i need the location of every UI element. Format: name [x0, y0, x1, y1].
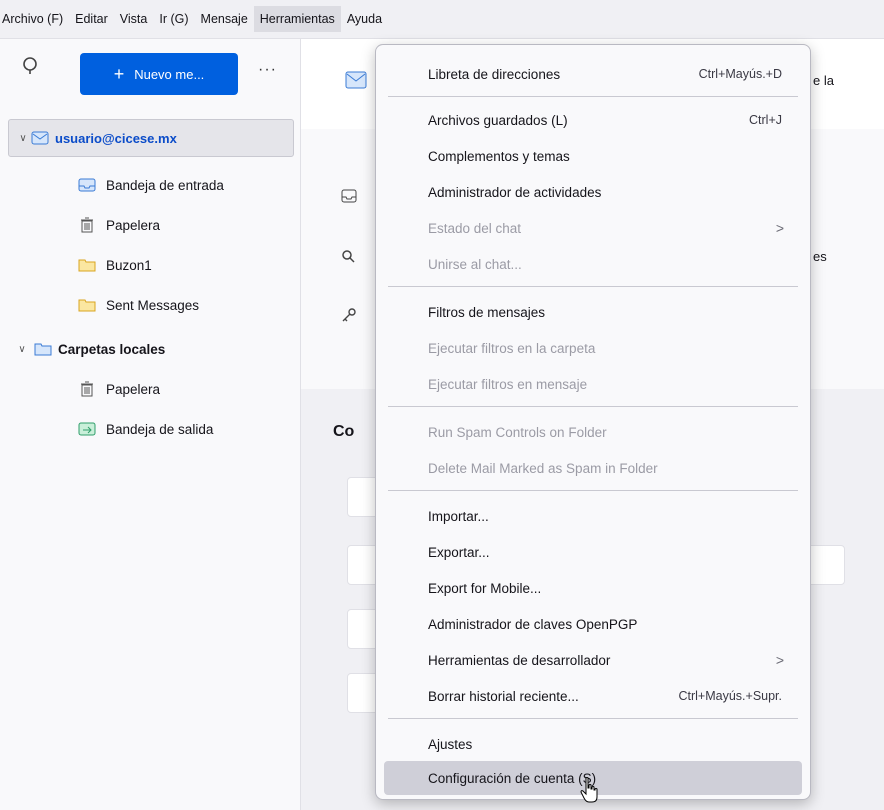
- local-folders-label: Carpetas locales: [58, 341, 166, 357]
- menuitem-label: Unirse al chat...: [428, 256, 522, 272]
- gear-icon[interactable]: [20, 55, 40, 75]
- chevron-down-icon[interactable]: ∨: [14, 344, 30, 355]
- menu-ir[interactable]: Ir (G): [153, 6, 194, 32]
- folder-pane: + Nuevo me... ··· ∨ usuario@cicese.mx Ba…: [0, 39, 301, 810]
- folder-pane-header: + Nuevo me... ···: [0, 39, 300, 111]
- chevron-right-icon: >: [775, 220, 784, 236]
- menuitem-label: Importar...: [428, 508, 489, 524]
- folder-label: Buzon1: [106, 257, 152, 273]
- menu-ayuda[interactable]: Ayuda: [341, 6, 388, 32]
- menuitem-label: Ajustes: [428, 736, 473, 752]
- menu-vista[interactable]: Vista: [114, 6, 154, 32]
- menuitem-complementos[interactable]: Complementos y temas: [384, 139, 802, 173]
- menu-separator: [388, 96, 798, 97]
- hand-cursor-icon: [580, 776, 598, 804]
- menuitem-shortcut: Ctrl+Mayús.+D: [698, 67, 782, 81]
- trash-icon: [78, 217, 96, 233]
- menuitem-shortcut: Ctrl+Mayús.+Supr.: [678, 689, 782, 703]
- folder-buzon1[interactable]: Buzon1: [78, 247, 152, 283]
- menuitem-label: Export for Mobile...: [428, 580, 542, 596]
- search-icon: [341, 249, 355, 266]
- menuitem-administrador-actividades[interactable]: Administrador de actividades: [384, 175, 802, 209]
- menuitem-borrar-historial[interactable]: Borrar historial reciente... Ctrl+Mayús.…: [384, 679, 802, 713]
- partial-header-text: e la: [813, 73, 834, 88]
- chevron-right-icon: >: [775, 652, 784, 668]
- menuitem-label: Run Spam Controls on Folder: [428, 424, 607, 440]
- local-folders-row[interactable]: ∨ Carpetas locales: [8, 331, 165, 367]
- menu-separator: [388, 406, 798, 407]
- herramientas-menu: Libreta de direcciones Ctrl+Mayús.+D Arc…: [375, 44, 811, 800]
- section-heading: Co: [333, 423, 355, 440]
- menuitem-herramientas-desarrollador[interactable]: Herramientas de desarrollador >: [384, 643, 802, 677]
- menuitem-label: Borrar historial reciente...: [428, 688, 579, 704]
- menu-editar[interactable]: Editar: [69, 6, 114, 32]
- menuitem-estado-chat[interactable]: Estado del chat >: [384, 211, 802, 245]
- menuitem-filtros[interactable]: Filtros de mensajes: [384, 295, 802, 329]
- trash-icon: [78, 381, 96, 397]
- menuitem-label: Filtros de mensajes: [428, 304, 546, 320]
- menu-mensaje[interactable]: Mensaje: [195, 6, 254, 32]
- menu-separator: [388, 490, 798, 491]
- email-icon: [345, 71, 367, 92]
- menuitem-label: Herramientas de desarrollador: [428, 652, 611, 668]
- inbox-icon: [341, 189, 357, 206]
- menuitem-label: Administrador de claves OpenPGP: [428, 616, 638, 632]
- menuitem-ejecutar-filtros-carpeta[interactable]: Ejecutar filtros en la carpeta: [384, 331, 802, 365]
- menuitem-ajustes[interactable]: Ajustes: [384, 727, 802, 761]
- menuitem-libreta[interactable]: Libreta de direcciones Ctrl+Mayús.+D: [384, 57, 802, 91]
- account-icon: [31, 130, 49, 146]
- menuitem-label: Configuración de cuenta (S): [428, 770, 597, 786]
- folder-label: Papelera: [106, 381, 161, 397]
- folder-inbox[interactable]: Bandeja de entrada: [78, 167, 224, 203]
- new-message-button[interactable]: + Nuevo me...: [80, 53, 238, 95]
- account-row[interactable]: ∨ usuario@cicese.mx: [8, 119, 294, 157]
- menu-separator: [388, 718, 798, 719]
- menuitem-openpgp[interactable]: Administrador de claves OpenPGP: [384, 607, 802, 641]
- menuitem-label: Complementos y temas: [428, 148, 570, 164]
- menuitem-label: Estado del chat: [428, 220, 522, 236]
- menuitem-label: Delete Mail Marked as Spam in Folder: [428, 460, 658, 476]
- plus-icon: +: [113, 64, 125, 84]
- account-label: usuario@cicese.mx: [55, 130, 177, 146]
- chevron-down-icon[interactable]: ∨: [15, 133, 31, 144]
- new-message-label: Nuevo me...: [134, 66, 205, 82]
- folder-label: Sent Messages: [106, 297, 200, 313]
- menuitem-unirse-chat[interactable]: Unirse al chat...: [384, 247, 802, 281]
- folder-label: Bandeja de entrada: [106, 177, 224, 193]
- menu-herramientas[interactable]: Herramientas: [253, 6, 341, 32]
- menuitem-label: Ejecutar filtros en mensaje: [428, 376, 588, 392]
- more-options-button[interactable]: ···: [258, 61, 277, 79]
- folder-label: Papelera: [106, 217, 161, 233]
- menuitem-export-mobile[interactable]: Export for Mobile...: [384, 571, 802, 605]
- folder-icon: [34, 341, 52, 357]
- outbox-icon: [78, 421, 96, 437]
- menuitem-archivos-guardados[interactable]: Archivos guardados (L) Ctrl+J: [384, 103, 802, 137]
- menuitem-label: Administrador de actividades: [428, 184, 602, 200]
- menu-bar: Archivo (F) Editar Vista Ir (G) Mensaje …: [0, 0, 884, 39]
- menuitem-delete-spam[interactable]: Delete Mail Marked as Spam in Folder: [384, 451, 802, 485]
- key-icon: [341, 307, 357, 326]
- menuitem-importar[interactable]: Importar...: [384, 499, 802, 533]
- partial-mid-text: es: [813, 249, 827, 264]
- folder-label: Bandeja de salida: [106, 421, 214, 437]
- menuitem-run-spam[interactable]: Run Spam Controls on Folder: [384, 415, 802, 449]
- folder-icon: [78, 297, 96, 313]
- folder-icon: [78, 257, 96, 273]
- menuitem-exportar[interactable]: Exportar...: [384, 535, 802, 569]
- folder-outbox[interactable]: Bandeja de salida: [78, 411, 213, 447]
- folder-sent[interactable]: Sent Messages: [78, 287, 199, 323]
- menuitem-label: Ejecutar filtros en la carpeta: [428, 340, 596, 356]
- menu-archivo[interactable]: Archivo (F): [0, 6, 69, 32]
- inbox-icon: [78, 177, 96, 193]
- menuitem-label: Archivos guardados (L): [428, 112, 568, 128]
- menuitem-shortcut: Ctrl+J: [749, 113, 782, 127]
- folder-local-trash[interactable]: Papelera: [78, 371, 160, 407]
- menu-separator: [388, 286, 798, 287]
- menuitem-ejecutar-filtros-mensaje[interactable]: Ejecutar filtros en mensaje: [384, 367, 802, 401]
- menuitem-label: Libreta de direcciones: [428, 66, 561, 82]
- menuitem-label: Exportar...: [428, 544, 490, 560]
- folder-trash[interactable]: Papelera: [78, 207, 160, 243]
